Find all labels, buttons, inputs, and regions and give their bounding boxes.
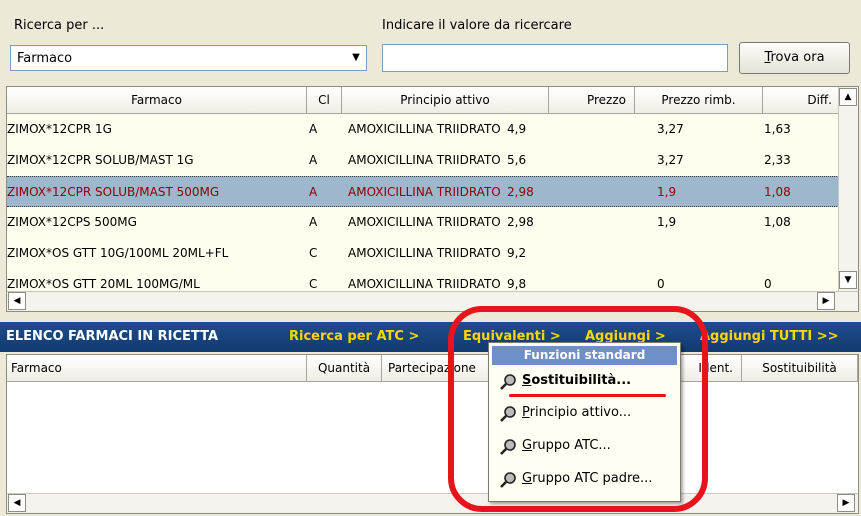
recipe-toolbar: ELENCO FARMACI IN RICETTA Ricerca per AT…: [0, 322, 861, 352]
results-vertical-scrollbar[interactable]: ▲ ▼: [838, 87, 858, 292]
table-row[interactable]: ZIMOX*12CPR SOLUB/MAST 1G A AMOXICILLINA T…: [7, 145, 839, 176]
recipe-title: ELENCO FARMACI IN RICETTA: [6, 329, 218, 344]
scroll-left-icon[interactable]: ◀: [8, 494, 26, 512]
search-by-value: Farmaco: [17, 51, 73, 66]
cell-farmaco: ZIMOX*12CPS 500MG: [7, 215, 137, 229]
aggiungi-tutti-link[interactable]: Aggiungi TUTTI >>: [700, 329, 839, 344]
search-value-label: Indicare il valore da ricercare: [382, 18, 572, 33]
cell-principio: AMOXICILLINA TRIIDRATO: [348, 215, 501, 229]
cell-diff: 2,33: [764, 153, 791, 167]
annotation-oval: [448, 306, 708, 512]
cell-classe: A: [309, 185, 318, 199]
cell-prezzo: 2,98: [507, 215, 534, 229]
cell-farmaco: ZIMOX*12CPR SOLUB/MAST 1G: [7, 153, 194, 167]
col-header-prezzo[interactable]: Prezzo: [549, 87, 635, 114]
cell-farmaco: ZIMOX*OS GTT 10G/100ML 20ML+FL: [7, 246, 229, 260]
cell-classe: C: [309, 246, 318, 260]
annotation-underline: [509, 394, 666, 397]
table-row[interactable]: ZIMOX*12CPR 1G A AMOXICILLINA TRIIDRATO 4,9…: [7, 114, 839, 145]
chevron-down-icon[interactable]: ▼: [346, 46, 366, 70]
cell-principio: AMOXICILLINA TRIIDRATO: [348, 122, 501, 136]
cell-classe: A: [309, 215, 318, 229]
scroll-right-icon[interactable]: ▶: [817, 292, 835, 310]
col-header-prezzo-rimb[interactable]: Prezzo rimb.: [635, 87, 763, 114]
cell-classe: A: [309, 122, 318, 136]
recipe-col-farmaco[interactable]: Farmaco: [7, 355, 307, 382]
scroll-up-icon[interactable]: ▲: [839, 88, 857, 106]
cell-prezzo: 2,98: [507, 185, 534, 199]
cell-principio: AMOXICILLINA TRIIDRATO: [348, 246, 501, 260]
cell-farmaco: ZIMOX*12CPR SOLUB/MAST 500MG: [7, 185, 220, 199]
scroll-right-icon[interactable]: ▶: [837, 494, 855, 512]
col-header-classe[interactable]: Cl: [307, 87, 342, 114]
col-header-principio[interactable]: Principio attivo: [342, 87, 549, 114]
table-row[interactable]: ZIMOX*OS GTT 10G/100ML 20ML+FL C AMOXICILL…: [7, 238, 839, 269]
cell-prezzo-rimb: 3,27: [657, 122, 684, 136]
cell-prezzo: 9,8: [507, 277, 527, 291]
cell-diff: 1,08: [764, 185, 791, 199]
cell-diff: 0: [764, 277, 772, 291]
table-row[interactable]: ZIMOX*12CPS 500MG A AMOXICILLINA TRIIDRATO…: [7, 207, 839, 238]
recipe-col-sostituibilita[interactable]: Sostituibilità: [742, 355, 858, 382]
results-grid[interactable]: Farmaco Cl Principio attivo Prezzo Prezz…: [6, 86, 859, 312]
cell-principio: AMOXICILLINA TRIIDRATO: [348, 153, 501, 167]
cell-principio: AMOXICILLINA TRIIDRATO: [348, 185, 501, 199]
cell-prezzo: 9,2: [507, 246, 527, 260]
recipe-grid[interactable]: Farmaco Quantità Partecipazione Ident. S…: [6, 354, 859, 514]
cell-farmaco: ZIMOX*12CPR 1G: [7, 122, 112, 136]
cell-principio: AMOXICILLINA TRIIDRATO: [348, 277, 501, 291]
col-header-diff[interactable]: Diff.: [763, 87, 839, 114]
search-by-label: Ricerca per ...: [14, 18, 105, 33]
scroll-left-icon[interactable]: ◀: [8, 292, 26, 310]
cell-prezzo: 4,9: [507, 122, 527, 136]
search-by-select[interactable]: Farmaco ▼: [10, 45, 367, 71]
search-input[interactable]: [382, 44, 728, 72]
col-header-farmaco[interactable]: Farmaco: [7, 87, 307, 114]
cell-prezzo: 5,6: [507, 153, 527, 167]
scroll-down-icon[interactable]: ▼: [839, 271, 857, 289]
recipe-horizontal-scrollbar[interactable]: ◀ ▶: [7, 493, 858, 513]
cell-diff: 1,08: [764, 215, 791, 229]
table-row[interactable]: ZIMOX*12CPR SOLUB/MAST 500MG A AMOXICILLIN…: [7, 176, 839, 207]
cell-prezzo-rimb: 1,9: [657, 215, 677, 229]
cell-classe: A: [309, 153, 318, 167]
cell-diff: 1,63: [764, 122, 791, 136]
search-atc-link[interactable]: Ricerca per ATC >: [289, 329, 419, 344]
find-now-button[interactable]: Trova ora: [739, 42, 850, 74]
cell-prezzo-rimb: 0: [657, 277, 665, 291]
cell-prezzo-rimb: 1,9: [657, 185, 677, 199]
results-horizontal-scrollbar[interactable]: ◀ ▶: [7, 291, 858, 311]
cell-classe: C: [309, 277, 318, 291]
recipe-col-quantita[interactable]: Quantità: [307, 355, 382, 382]
cell-farmaco: ZIMOX*OS GTT 20ML 100MG/ML: [7, 277, 200, 291]
cell-prezzo-rimb: 3,27: [657, 153, 684, 167]
